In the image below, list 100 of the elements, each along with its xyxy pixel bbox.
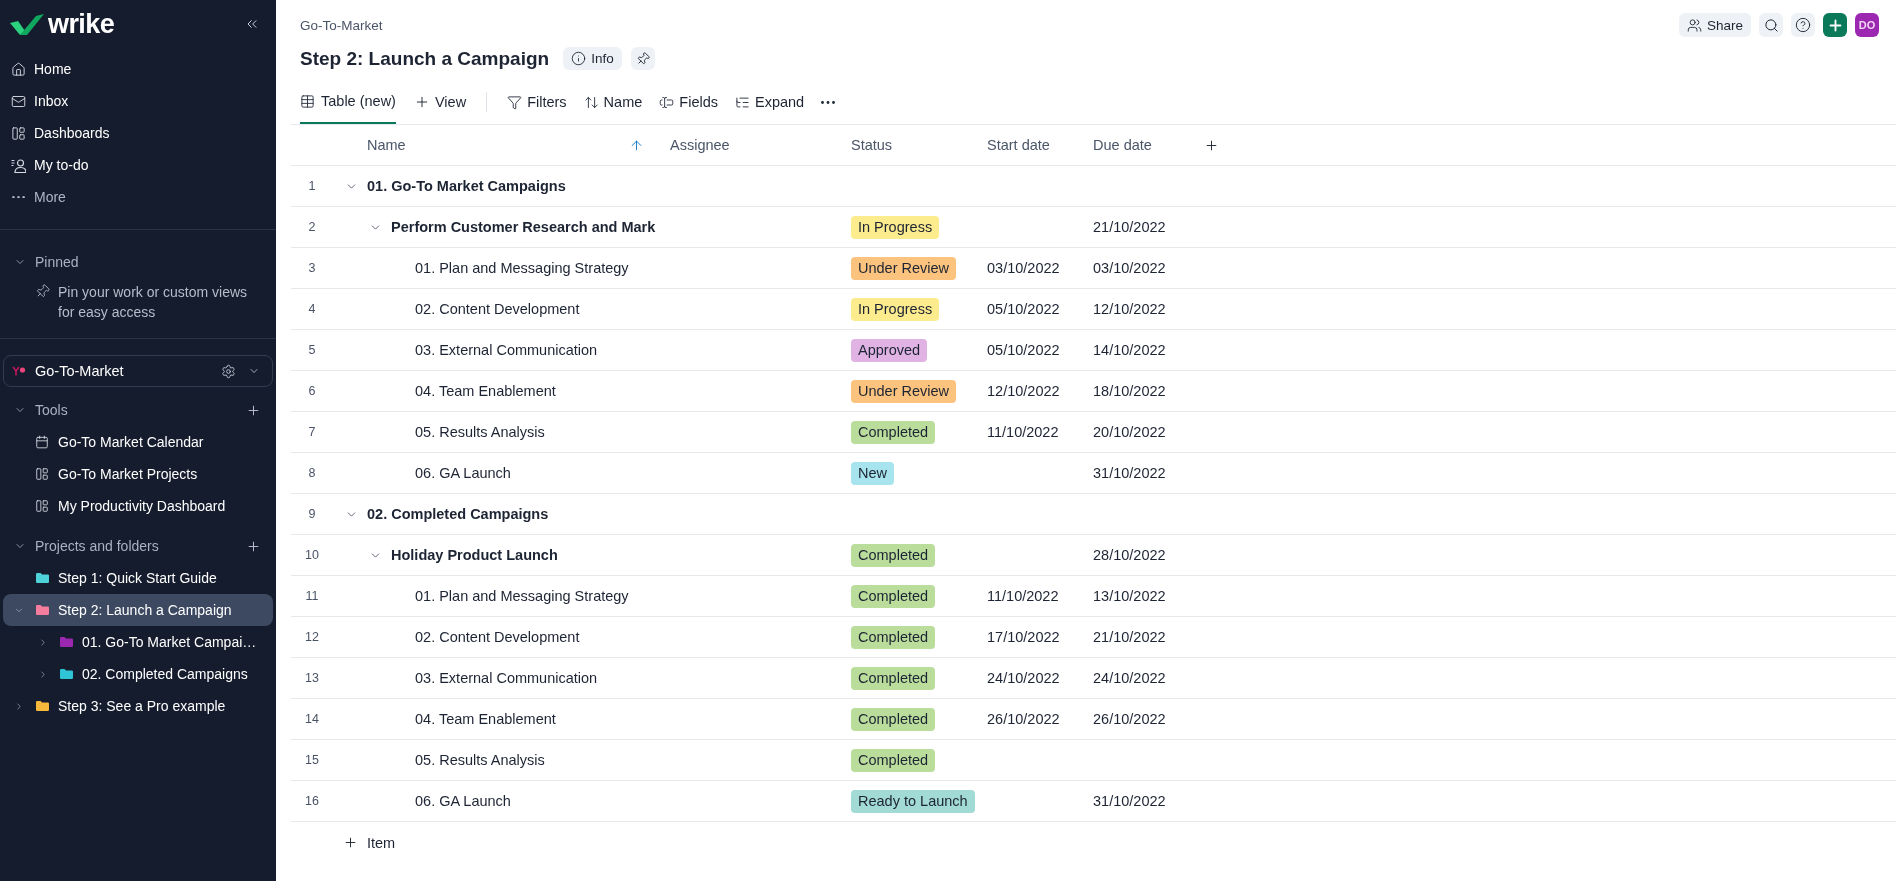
filter-icon	[507, 94, 523, 110]
panel-layout-icon	[35, 499, 49, 513]
task-name[interactable]: Holiday Product Launch	[391, 547, 558, 563]
envelope-icon	[11, 93, 26, 109]
settings-icon[interactable]	[221, 363, 236, 379]
task-name[interactable]: 03. External Communication	[415, 342, 598, 358]
task-name[interactable]: 01. Plan and Messaging Strategy	[415, 260, 629, 276]
toolbar-button[interactable]: Filters	[507, 94, 567, 110]
status-tag[interactable]: Ready to Launch	[851, 789, 975, 813]
add-view-button[interactable]: View	[413, 80, 467, 124]
plus-icon[interactable]	[1204, 137, 1219, 153]
status-tag[interactable]: Completed	[851, 625, 936, 649]
breadcrumb-link[interactable]: Go-To-Market	[300, 17, 383, 33]
nav-item[interactable]: Inbox	[3, 85, 273, 117]
text-cursor-icon	[659, 94, 675, 110]
status-tag[interactable]: In Progress	[851, 297, 940, 321]
plus-icon	[343, 835, 358, 850]
due-date: 21/10/2022	[1093, 219, 1166, 235]
column-header[interactable]: Start date	[987, 137, 1050, 153]
due-date: 24/10/2022	[1093, 670, 1166, 686]
task-name[interactable]: 02. Content Development	[415, 301, 580, 317]
status-tag[interactable]: Completed	[851, 666, 936, 690]
chevron-right-icon[interactable]	[38, 636, 48, 648]
section-header[interactable]: Pinned	[3, 246, 79, 278]
plus-icon[interactable]	[246, 538, 261, 554]
status-tag[interactable]: Under Review	[851, 379, 957, 403]
task-name[interactable]: 06. GA Launch	[415, 465, 511, 481]
column-header[interactable]: Status	[851, 137, 893, 153]
calendar-icon	[35, 435, 49, 449]
nav-item[interactable]: Dashboards	[3, 117, 273, 149]
tool-item[interactable]: Go-To Market Projects	[3, 458, 273, 490]
row-number: 7	[307, 425, 317, 439]
due-date: 28/10/2022	[1093, 547, 1166, 563]
section-header[interactable]: Projects and folders	[3, 530, 159, 562]
tool-item[interactable]: My Productivity Dashboard	[3, 490, 273, 522]
column-header[interactable]: Due date	[1093, 137, 1152, 153]
column-header[interactable]: Assignee	[670, 137, 730, 153]
help-button[interactable]	[1791, 13, 1815, 37]
task-name[interactable]: 05. Results Analysis	[415, 752, 545, 768]
task-name[interactable]: 05. Results Analysis	[415, 424, 545, 440]
row-number: 4	[307, 302, 317, 316]
branch-icon	[12, 366, 26, 376]
task-name[interactable]: 01. Plan and Messaging Strategy	[415, 588, 629, 604]
nav-item[interactable]: Home	[3, 53, 273, 85]
view-tab[interactable]: Table (new)	[300, 80, 396, 124]
status-tag[interactable]: Approved	[851, 338, 928, 362]
column-header[interactable]: Name	[367, 137, 406, 153]
row-number: 8	[307, 466, 317, 480]
status-tag[interactable]: In Progress	[851, 215, 940, 239]
status-tag[interactable]: New	[851, 461, 894, 485]
toolbar-button[interactable]: Name	[583, 94, 643, 110]
due-date: 18/10/2022	[1093, 383, 1166, 399]
create-button[interactable]	[1823, 13, 1847, 37]
user-avatar[interactable]: DO	[1855, 13, 1879, 37]
project-item[interactable]: Step 1: Quick Start Guide	[3, 562, 273, 594]
task-name[interactable]: 01. Go-To Market Campaigns	[367, 178, 566, 194]
status-tag[interactable]: Completed	[851, 543, 936, 567]
status-tag[interactable]: Under Review	[851, 256, 957, 280]
due-date: 14/10/2022	[1093, 342, 1166, 358]
status-tag[interactable]: Completed	[851, 420, 936, 444]
project-item[interactable]: 01. Go-To Market Campai…	[3, 626, 273, 658]
task-name[interactable]: 02. Content Development	[415, 629, 580, 645]
row-number: 5	[307, 343, 317, 357]
chevron-right-icon[interactable]	[38, 668, 48, 680]
task-name[interactable]: Perform Customer Research and Mark	[391, 219, 656, 235]
task-name[interactable]: 03. External Communication	[415, 670, 598, 686]
chevron-right-icon[interactable]	[14, 700, 24, 712]
start-date: 05/10/2022	[987, 342, 1060, 358]
plus-icon[interactable]	[246, 402, 261, 418]
more-icon[interactable]	[821, 100, 836, 104]
status-tag[interactable]: Completed	[851, 584, 936, 608]
pin-button[interactable]	[630, 47, 655, 70]
status-tag[interactable]: Completed	[851, 748, 936, 772]
tool-item[interactable]: Go-To Market Calendar	[3, 426, 273, 458]
start-date: 17/10/2022	[987, 629, 1060, 645]
row-number: 3	[307, 261, 317, 275]
toolbar-button[interactable]: Expand	[735, 94, 805, 110]
project-item[interactable]: 02. Completed Campaigns	[3, 658, 273, 690]
due-date: 20/10/2022	[1093, 424, 1166, 440]
task-name[interactable]: 04. Team Enablement	[415, 383, 556, 399]
task-name[interactable]: 02. Completed Campaigns	[367, 506, 549, 522]
start-date: 12/10/2022	[987, 383, 1060, 399]
project-item[interactable]: Step 3: See a Pro example	[3, 690, 273, 722]
nav-item[interactable]: My to-do	[3, 149, 273, 181]
status-tag[interactable]: Completed	[851, 707, 936, 731]
space-selector[interactable]: Go-To-Market	[3, 355, 273, 387]
info-button[interactable]: Info	[563, 47, 622, 70]
nav-item[interactable]: More	[3, 181, 273, 213]
toolbar-button[interactable]: Fields	[659, 94, 718, 110]
project-item[interactable]: Step 2: Launch a Campaign	[3, 594, 273, 626]
search-button[interactable]	[1759, 13, 1783, 37]
share-button[interactable]: Share	[1678, 13, 1751, 37]
task-name[interactable]: 06. GA Launch	[415, 793, 511, 809]
table-icon	[300, 93, 315, 109]
section-header[interactable]: Tools	[3, 394, 68, 426]
brand-name: wrike	[48, 10, 115, 38]
add-item-button[interactable]: Item	[343, 822, 396, 863]
row-number: 14	[304, 712, 320, 726]
task-name[interactable]: 04. Team Enablement	[415, 711, 556, 727]
up-down-arrows-icon	[583, 94, 599, 110]
